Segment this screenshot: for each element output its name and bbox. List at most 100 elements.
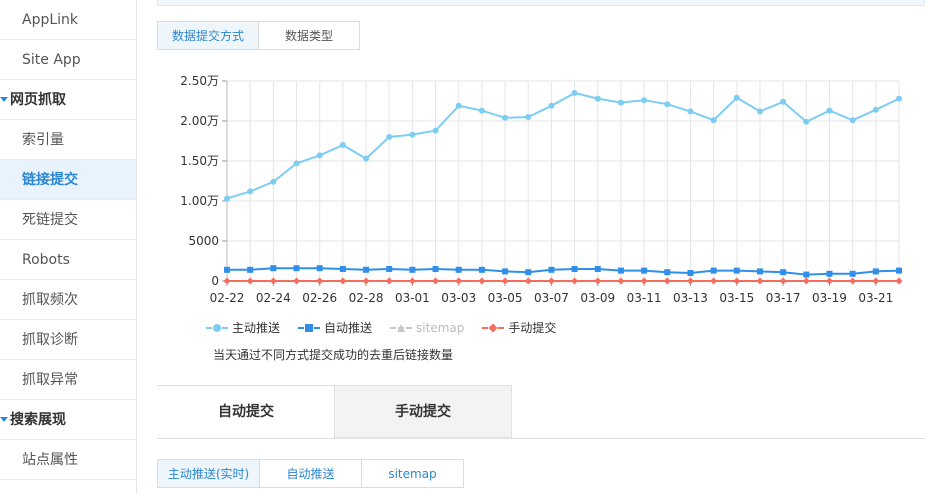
data-point bbox=[293, 277, 301, 285]
x-tick-label: 03-19 bbox=[812, 291, 847, 305]
data-point bbox=[501, 277, 509, 285]
data-point bbox=[756, 277, 764, 285]
data-point bbox=[710, 117, 717, 124]
sidebar-item-crawl-error[interactable]: 抓取异常 bbox=[0, 360, 136, 400]
data-point bbox=[432, 277, 440, 285]
data-point bbox=[710, 277, 718, 285]
x-tick-label: 03-11 bbox=[627, 291, 662, 305]
y-tick-label: 5000 bbox=[188, 234, 219, 248]
y-tick-label: 1.50万 bbox=[180, 154, 219, 168]
data-point bbox=[594, 95, 601, 102]
data-point bbox=[432, 266, 439, 272]
data-point bbox=[525, 269, 532, 276]
legend-item-auto-push[interactable]: 自动推送 bbox=[298, 319, 372, 336]
data-point bbox=[780, 98, 787, 105]
data-point bbox=[246, 277, 254, 285]
data-point bbox=[664, 101, 671, 108]
y-tick-label: 0 bbox=[211, 274, 219, 288]
x-tick-label: 03-13 bbox=[673, 291, 708, 305]
data-point bbox=[316, 152, 323, 159]
tab-sitemap[interactable]: sitemap bbox=[361, 459, 464, 488]
submit-method-tabs: 数据提交方式 数据类型 bbox=[157, 21, 360, 51]
data-point bbox=[872, 277, 880, 285]
data-point bbox=[525, 114, 532, 120]
sidebar-item-crawl-diagnosis[interactable]: 抓取诊断 bbox=[0, 320, 136, 360]
data-point bbox=[269, 277, 277, 285]
legend-label: sitemap bbox=[416, 320, 465, 335]
data-point bbox=[710, 267, 717, 274]
sidebar-item-robots[interactable]: Robots bbox=[0, 240, 136, 280]
sidebar-item-link-submit[interactable]: 链接提交 bbox=[0, 160, 136, 200]
x-tick-label: 03-09 bbox=[580, 291, 615, 305]
x-tick-label: 03-15 bbox=[719, 291, 754, 305]
data-point bbox=[316, 265, 323, 272]
x-tick-label: 03-17 bbox=[766, 291, 801, 305]
data-point bbox=[594, 266, 601, 272]
data-point bbox=[733, 94, 740, 101]
legend-item-manual-submit[interactable]: 手动提交 bbox=[482, 319, 556, 336]
data-point bbox=[386, 134, 393, 140]
sidebar-item-site-attributes[interactable]: 站点属性 bbox=[0, 440, 136, 480]
caret-down-icon bbox=[0, 97, 8, 102]
data-point bbox=[432, 127, 439, 134]
sidebar-item-crawl-frequency[interactable]: 抓取频次 bbox=[0, 280, 136, 320]
data-point bbox=[339, 266, 346, 272]
data-point bbox=[502, 114, 509, 121]
data-point bbox=[293, 160, 300, 167]
data-point bbox=[872, 268, 879, 275]
data-point bbox=[756, 268, 763, 275]
tab-submit-method[interactable]: 数据提交方式 bbox=[157, 21, 259, 50]
data-point bbox=[779, 277, 787, 285]
triangle-marker-icon bbox=[390, 322, 413, 334]
tab-manual-submit[interactable]: 手动提交 bbox=[334, 385, 512, 438]
data-point bbox=[386, 266, 393, 272]
data-point bbox=[548, 266, 555, 273]
data-point bbox=[641, 267, 648, 274]
sidebar-item-dead-link[interactable]: 死链提交 bbox=[0, 200, 136, 240]
legend-item-active-push[interactable]: 主动推送 bbox=[206, 319, 280, 336]
legend-item-sitemap[interactable]: sitemap bbox=[390, 319, 464, 336]
sidebar-item-applink[interactable]: AppLink bbox=[0, 0, 136, 40]
series-line-1 bbox=[227, 267, 900, 276]
data-point bbox=[594, 277, 602, 285]
data-point bbox=[849, 117, 856, 124]
data-point bbox=[802, 277, 810, 285]
data-point bbox=[803, 118, 810, 125]
sidebar-item-index-volume[interactable]: 索引量 bbox=[0, 120, 136, 160]
tab-auto-submit[interactable]: 自动提交 bbox=[157, 385, 335, 438]
x-tick-label: 02-22 bbox=[210, 291, 245, 305]
data-point bbox=[224, 195, 230, 202]
data-point bbox=[455, 102, 462, 109]
data-point bbox=[617, 99, 624, 106]
y-tick-label: 1.00万 bbox=[180, 194, 219, 208]
data-point bbox=[663, 277, 671, 285]
data-point bbox=[363, 266, 370, 273]
data-point bbox=[339, 142, 346, 148]
sidebar-section-crawl[interactable]: 网页抓取 bbox=[0, 80, 136, 120]
sidebar-section-label: 网页抓取 bbox=[10, 92, 66, 108]
chart-note: 当天通过不同方式提交成功的去重后链接数量 bbox=[213, 348, 454, 362]
data-point bbox=[293, 265, 300, 272]
data-point bbox=[826, 107, 833, 114]
tab-auto-push[interactable]: 自动推送 bbox=[259, 459, 362, 488]
data-point bbox=[524, 277, 532, 285]
sidebar-section-search-display[interactable]: 搜索展现 bbox=[0, 400, 136, 440]
data-point bbox=[896, 95, 902, 102]
tab-active-push-realtime[interactable]: 主动推送(实时) bbox=[157, 459, 260, 488]
tab-data-type[interactable]: 数据类型 bbox=[258, 21, 360, 50]
data-point bbox=[687, 270, 694, 276]
diamond-marker-icon bbox=[482, 322, 505, 334]
submit-type-tabs: 自动提交 手动提交 bbox=[157, 385, 925, 439]
data-point bbox=[617, 267, 624, 274]
data-point bbox=[478, 266, 485, 273]
data-point bbox=[571, 266, 578, 272]
legend-label: 自动推送 bbox=[324, 321, 373, 335]
sidebar-item-site-app[interactable]: Site App bbox=[0, 40, 136, 80]
data-point bbox=[385, 277, 393, 285]
data-point bbox=[409, 131, 416, 138]
data-point bbox=[316, 277, 324, 285]
sidebar: AppLink Site App 网页抓取 索引量 链接提交 死链提交 Robo… bbox=[0, 0, 137, 494]
data-point bbox=[409, 266, 416, 273]
data-point bbox=[664, 269, 671, 276]
chart-legend: 主动推送 自动推送 sitemap 手动提交 bbox=[206, 319, 574, 336]
